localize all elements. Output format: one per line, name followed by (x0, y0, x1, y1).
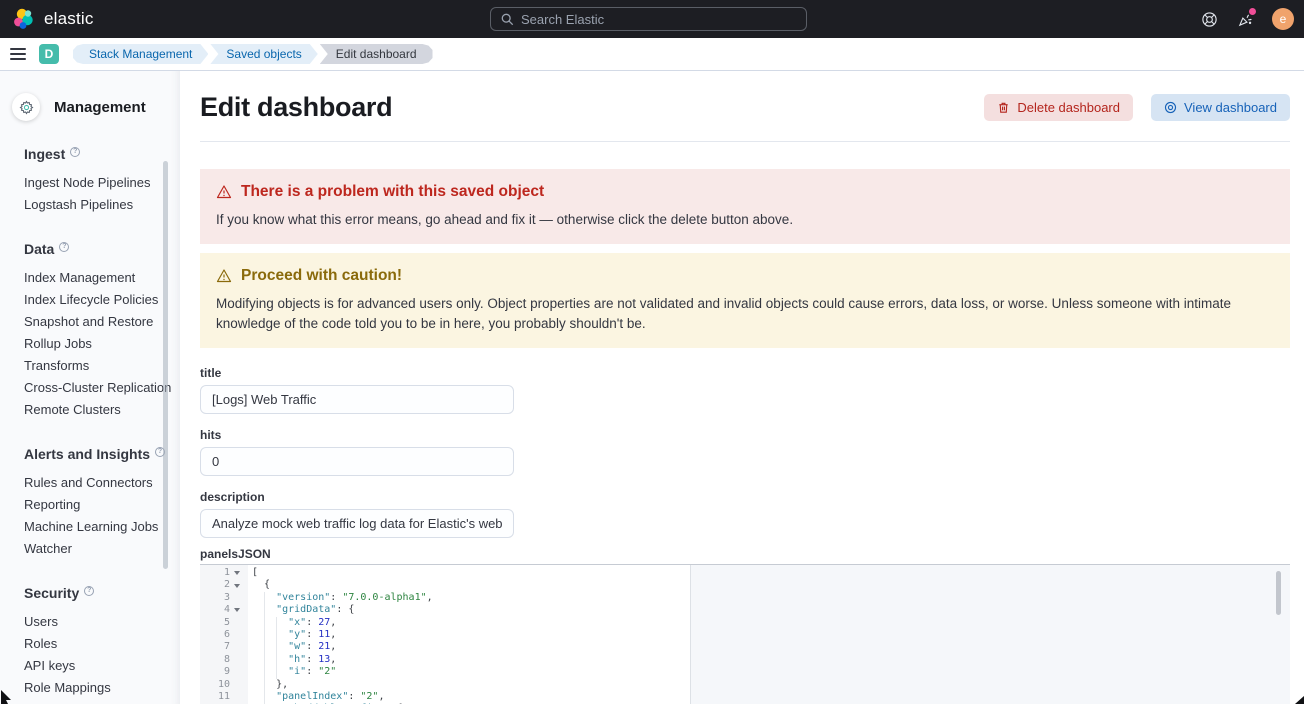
code-line: 2 { (200, 579, 1290, 591)
app-window: elastic (0, 0, 1304, 704)
sidebar-header: Management (12, 93, 180, 121)
code-line: 11 "panelIndex": "2", (200, 691, 1290, 703)
sidebar-section: Data? Index ManagementIndex Lifecycle Pol… (24, 241, 180, 421)
elastic-logo-icon (12, 7, 36, 31)
sidebar-item[interactable]: Remote Clusters (24, 399, 180, 421)
search-icon (501, 13, 514, 26)
code-line: 1[ (200, 567, 1290, 579)
sidebar-item[interactable]: API keys (24, 655, 180, 677)
breadcrumb-stack-management[interactable]: Stack Management (73, 44, 208, 64)
hits-field-label: hits (200, 428, 1290, 442)
section-title: Data (24, 241, 54, 257)
code-line: 6 "y": 11, (200, 629, 1290, 641)
search-input[interactable] (521, 12, 796, 27)
code-line: 8 "h": 13, (200, 654, 1290, 666)
delete-dashboard-label: Delete dashboard (1017, 100, 1120, 115)
fold-arrow-icon[interactable] (234, 608, 240, 612)
sidebar-item[interactable]: Ingest Node Pipelines (24, 172, 180, 194)
help-menu-icon[interactable] (1200, 10, 1218, 28)
code-line: 10 }, (200, 679, 1290, 691)
hits-field[interactable] (200, 447, 514, 476)
panels-json-editor[interactable]: 1[2 {3 "version": "7.0.0-alpha1",4 "grid… (200, 564, 1290, 704)
sidebar-item[interactable]: Index Lifecycle Policies (24, 289, 180, 311)
sidebar-sections: Ingest? Ingest Node PipelinesLogstash Pip… (24, 146, 180, 699)
error-callout-body: If you know what this error means, go ah… (216, 210, 1274, 230)
sidebar-item[interactable]: Watcher (24, 538, 180, 560)
trash-icon (997, 101, 1010, 114)
warning-triangle-icon (216, 268, 232, 284)
header-divider (200, 141, 1290, 142)
global-search[interactable] (490, 7, 807, 31)
sidebar-item[interactable]: Rules and Connectors (24, 472, 180, 494)
description-field[interactable] (200, 509, 514, 538)
code-line: 3 "version": "7.0.0-alpha1", (200, 592, 1290, 604)
section-title: Ingest (24, 146, 65, 162)
code-line: 4 "gridData": { (200, 604, 1290, 616)
notification-dot (1248, 7, 1257, 16)
sidebar-title: Management (54, 99, 146, 116)
section-help-icon: ? (84, 586, 94, 596)
warning-callout: Proceed with caution! Modifying objects … (200, 253, 1290, 348)
whats-new-icon[interactable] (1236, 10, 1254, 28)
fold-arrow-icon[interactable] (234, 584, 240, 588)
gear-icon (12, 93, 40, 121)
inspect-icon (1164, 101, 1177, 114)
top-navigation-bar: elastic (0, 0, 1304, 38)
section-title: Security (24, 585, 79, 601)
code-line: 7 "w": 21, (200, 641, 1290, 653)
view-dashboard-button[interactable]: View dashboard (1151, 94, 1290, 121)
menu-toggle-icon[interactable] (10, 48, 26, 60)
management-sidebar: Management Ingest? Ingest Node PipelinesL… (0, 71, 180, 704)
sidebar-section: Ingest? Ingest Node PipelinesLogstash Pip… (24, 146, 180, 216)
sidebar-item[interactable]: Role Mappings (24, 677, 180, 699)
warning-triangle-icon (216, 184, 232, 200)
sidebar-item[interactable]: Roles (24, 633, 180, 655)
description-field-label: description (200, 490, 1290, 504)
sidebar-item[interactable]: Cross-Cluster Replication (24, 377, 180, 399)
breadcrumb-current: Edit dashboard (320, 44, 433, 64)
breadcrumb-bar: D Stack Management Saved objects Edit da… (0, 38, 1304, 71)
panels-json-label: panelsJSON (200, 547, 1290, 561)
error-callout: There is a problem with this saved objec… (200, 169, 1290, 244)
breadcrumb: Stack Management Saved objects Edit dash… (73, 44, 433, 64)
elastic-brand: elastic (12, 7, 94, 31)
section-title: Alerts and Insights (24, 446, 150, 462)
sidebar-item[interactable]: Machine Learning Jobs (24, 516, 180, 538)
sidebar-item[interactable]: Rollup Jobs (24, 333, 180, 355)
title-field-label: title (200, 366, 1290, 380)
editor-scrollbar[interactable] (1276, 571, 1281, 615)
code-line: 5 "x": 27, (200, 617, 1290, 629)
sidebar-section: Alerts and Insights?Rules and Connectors… (24, 446, 180, 560)
sidebar-item[interactable]: Users (24, 611, 180, 633)
title-field[interactable] (200, 385, 514, 414)
breadcrumb-saved-objects[interactable]: Saved objects (210, 44, 317, 64)
error-callout-title: There is a problem with this saved objec… (241, 183, 544, 201)
view-dashboard-label: View dashboard (1184, 100, 1277, 115)
space-avatar[interactable]: D (39, 44, 59, 64)
delete-dashboard-button[interactable]: Delete dashboard (984, 94, 1133, 121)
sidebar-item[interactable]: Index Management (24, 267, 180, 289)
sidebar-item[interactable]: Snapshot and Restore (24, 311, 180, 333)
section-help-icon: ? (70, 147, 80, 157)
fold-arrow-icon[interactable] (234, 571, 240, 575)
sidebar-scrollbar[interactable] (163, 161, 168, 569)
page-title: Edit dashboard (200, 92, 392, 123)
warning-callout-title: Proceed with caution! (241, 267, 402, 285)
main-content: Edit dashboard Delete dashboard (180, 71, 1304, 704)
section-help-icon: ? (59, 242, 69, 252)
sidebar-item[interactable]: Transforms (24, 355, 180, 377)
user-avatar[interactable]: e (1272, 8, 1294, 30)
mouse-cursor-icon (0, 690, 13, 704)
editor-code[interactable]: 1[2 {3 "version": "7.0.0-alpha1",4 "grid… (200, 565, 1290, 704)
warning-callout-body: Modifying objects is for advanced users … (216, 294, 1274, 334)
sidebar-section: Security? UsersRolesAPI keysRole Mappings (24, 585, 180, 699)
sidebar-item[interactable]: Logstash Pipelines (24, 194, 180, 216)
brand-name: elastic (44, 9, 94, 29)
code-line: 9 "i": "2" (200, 666, 1290, 678)
sidebar-item[interactable]: Reporting (24, 494, 180, 516)
